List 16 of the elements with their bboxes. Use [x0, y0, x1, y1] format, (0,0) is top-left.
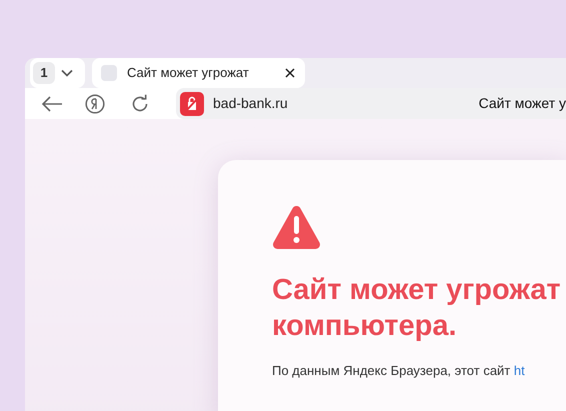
browser-tab[interactable]: Сайт может угрожат: [92, 58, 305, 88]
tab-counter-button[interactable]: 1: [30, 58, 85, 88]
warning-heading: Сайт может угрожат компьютера.: [272, 273, 562, 344]
favicon-placeholder-icon: [101, 65, 117, 81]
address-text: bad-bank.ru: [213, 94, 288, 113]
warning-text: По данным Яндекс Браузера, этот сайт ht: [272, 362, 526, 380]
close-icon[interactable]: [285, 68, 295, 78]
tab-title: Сайт может угрожат: [127, 64, 249, 82]
chevron-down-icon: [61, 69, 73, 77]
site-link[interactable]: ht: [514, 363, 525, 378]
page-title: Сайт может у: [478, 94, 566, 113]
address-bar[interactable]: bad-bank.ru Сайт может у: [176, 88, 566, 119]
warning-icon: [272, 205, 321, 249]
back-arrow-icon[interactable]: [41, 96, 63, 112]
tab-count: 1: [33, 62, 55, 84]
reload-icon[interactable]: [130, 94, 150, 114]
